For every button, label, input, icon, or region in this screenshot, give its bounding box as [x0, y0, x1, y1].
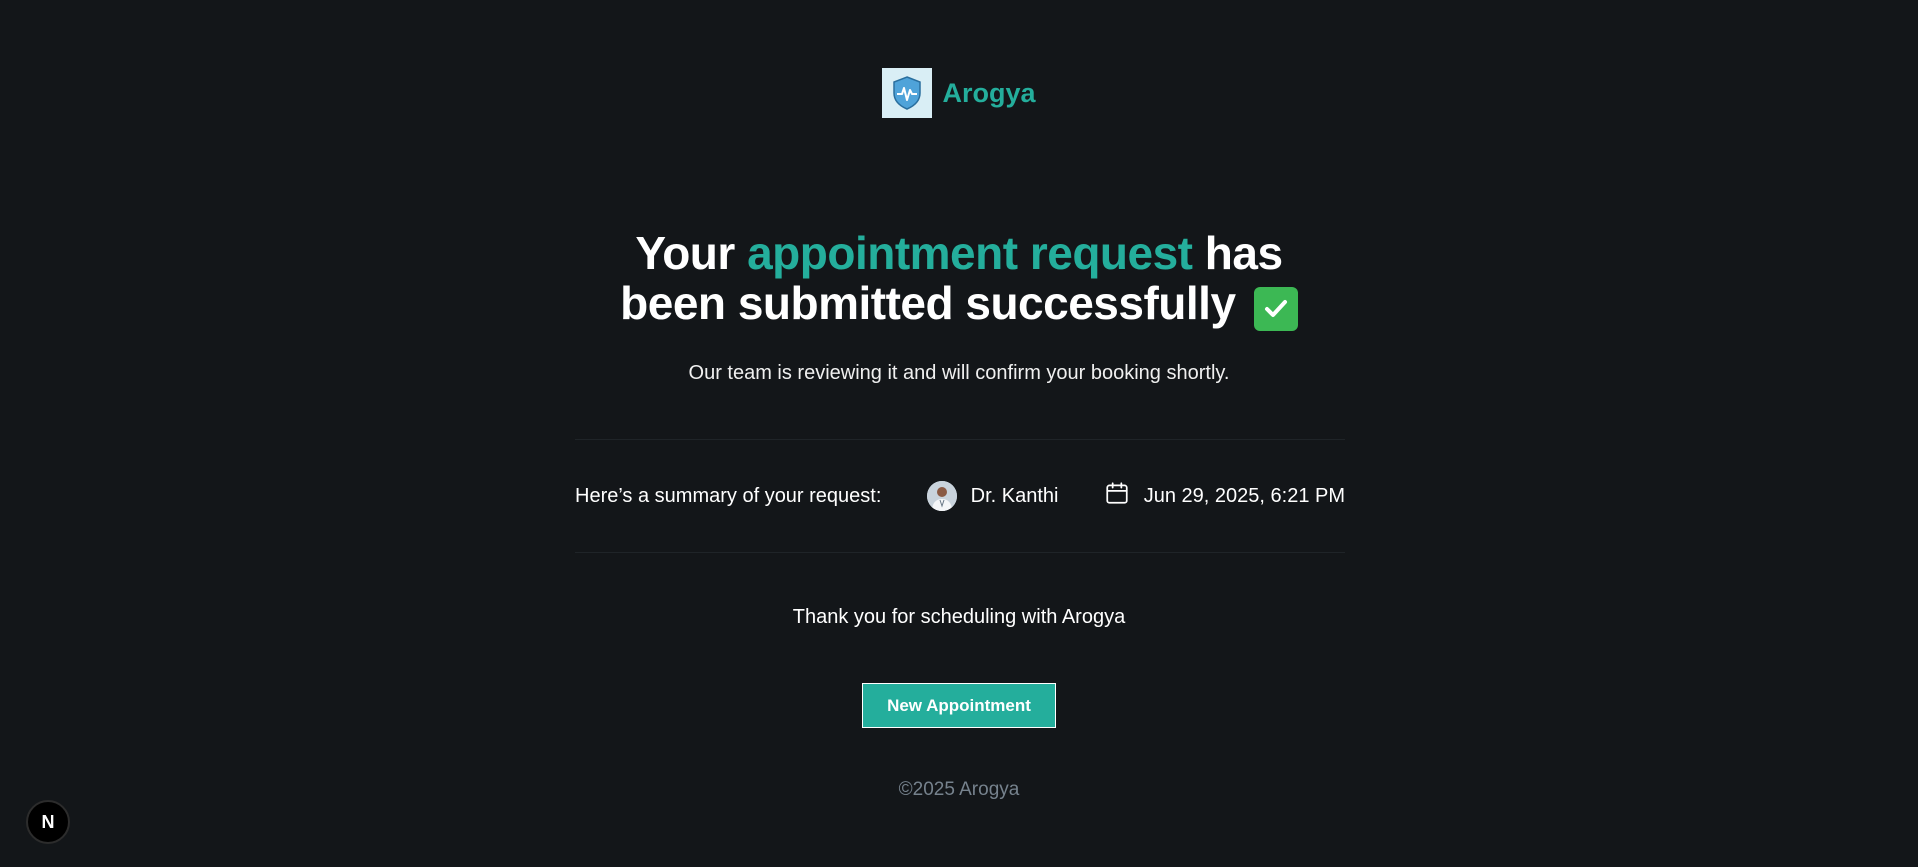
logo-icon	[882, 68, 933, 118]
divider-bottom	[575, 552, 1345, 553]
headline-line2: been submitted successfully	[620, 277, 1236, 329]
doctor-info: Dr. Kanthi	[926, 481, 1059, 511]
calendar-icon	[1104, 480, 1130, 512]
request-summary: Here’s a summary of your request: Dr. Ka…	[575, 476, 1345, 516]
summary-label: Here’s a summary of your request:	[575, 484, 882, 507]
doctor-avatar	[926, 481, 957, 511]
dev-badge-letter: N	[41, 811, 55, 832]
brand-name: Arogya	[942, 77, 1036, 108]
datetime-text: Jun 29, 2025, 6:21 PM	[1143, 484, 1345, 507]
nextjs-dev-icon[interactable]: N	[26, 800, 70, 844]
check-mark-button-icon	[1253, 287, 1298, 331]
new-appointment-button[interactable]: New Appointment	[862, 683, 1056, 728]
divider-top	[575, 439, 1345, 440]
doctor-name: Dr. Kanthi	[970, 484, 1059, 507]
page-title: Your appointment request has been submit…	[0, 228, 1918, 331]
headline-prefix: Your	[635, 227, 735, 279]
headline-suffix: has	[1204, 227, 1283, 279]
subtext: Our team is reviewing it and will confir…	[688, 362, 1230, 384]
thanks-message: Thank you for scheduling with Arogya	[792, 606, 1126, 628]
success-page: Arogya Your appointment request has been…	[0, 0, 1918, 867]
appointment-datetime: Jun 29, 2025, 6:21 PM	[1104, 480, 1345, 512]
copyright: ©2025 Arogya	[898, 779, 1020, 800]
headline-highlight: appointment request	[747, 227, 1193, 279]
brand[interactable]: Arogya	[0, 68, 1918, 118]
button-row: New Appointment	[0, 683, 1918, 728]
